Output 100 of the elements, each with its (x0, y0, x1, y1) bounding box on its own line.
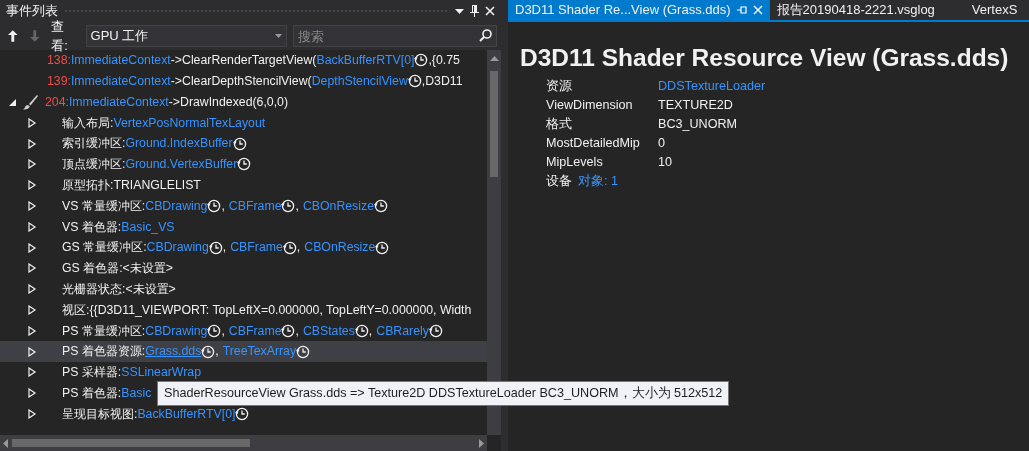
expand-icon[interactable] (27, 346, 37, 357)
object-link[interactable]: Ground.VertexBuffer (125, 155, 238, 174)
expand-icon[interactable] (27, 388, 37, 399)
object-link[interactable]: VertexPosNormalTexLayout (113, 113, 266, 132)
expand-icon[interactable] (27, 180, 37, 191)
history-icon[interactable] (235, 406, 250, 421)
history-icon[interactable] (281, 198, 296, 213)
history-icon[interactable] (237, 157, 252, 172)
scrollbar-thumb[interactable] (490, 71, 498, 177)
document-tab[interactable]: VertexS (964, 0, 1029, 20)
object-link[interactable]: SSLinearWrap (121, 363, 201, 382)
object-link[interactable]: CBFrame (230, 238, 283, 257)
event-text: ,{0.75 (428, 52, 460, 70)
object-link[interactable]: BackBufferRTV[0] (137, 404, 236, 424)
view-dropdown[interactable]: GPU 工作 (85, 25, 287, 47)
object-link[interactable]: CBOnResize (304, 238, 376, 257)
pin-icon[interactable] (470, 5, 479, 17)
property-value: BC3_UNORM (658, 115, 738, 133)
history-icon[interactable] (296, 344, 311, 359)
history-icon[interactable] (374, 198, 388, 213)
history-icon[interactable] (281, 323, 296, 338)
document-tab[interactable]: 报告20190418-2221.vsglog (769, 0, 965, 20)
property-label: 设备 (546, 172, 572, 190)
object-link[interactable]: CBDrawing (146, 238, 209, 257)
property-value: TEXTURE2D (658, 96, 733, 114)
event-text: , (221, 322, 225, 340)
history-icon[interactable] (428, 323, 443, 338)
history-icon[interactable] (232, 136, 247, 151)
history-icon[interactable] (414, 53, 429, 68)
event-text: , (222, 239, 227, 257)
history-icon[interactable] (407, 74, 422, 89)
event-text: , (215, 343, 219, 361)
expand-icon[interactable] (27, 367, 37, 378)
object-link[interactable]: Basic_VS (121, 217, 175, 236)
object-link[interactable]: CBRarely (376, 321, 429, 340)
up-arrow-icon[interactable] (8, 30, 18, 42)
collapse-icon[interactable] (8, 97, 18, 107)
tooltip: ShaderResourceView Grass.dds => Texture2D DDSTextureLoader BC3_UNORM，大小为 512x512 (157, 381, 730, 406)
object-link[interactable]: ImmediateContext (70, 71, 171, 91)
event-text: 呈现目标视图: (62, 405, 138, 423)
history-icon[interactable] (282, 240, 297, 255)
object-link[interactable]: DepthStencilView (311, 71, 408, 91)
property-link[interactable]: 对象: 1 (578, 171, 618, 191)
object-link[interactable]: Grass.dds (145, 342, 202, 361)
object-link[interactable]: CBDrawing (145, 321, 208, 340)
page-heading: D3D11 Shader Resource View (Grass.dds) (519, 43, 1010, 73)
expand-icon[interactable] (27, 325, 37, 336)
history-icon[interactable] (354, 323, 369, 338)
event-text: VS 着色器: (62, 218, 122, 236)
expand-icon[interactable] (27, 221, 37, 232)
object-link[interactable]: CBDrawing (145, 196, 208, 216)
expand-icon[interactable] (27, 408, 37, 419)
brush-icon (22, 94, 38, 110)
history-icon[interactable] (208, 240, 223, 255)
history-icon[interactable] (207, 323, 222, 338)
expand-icon[interactable] (27, 284, 37, 295)
event-text: ->ClearDepthStencilView( (170, 72, 312, 90)
event-text: 视区:{{D3D11_VIEWPORT: TopLeftX=0.000000, TopLeftY=0.000000, Width (62, 301, 472, 319)
expand-icon[interactable] (27, 304, 37, 315)
event-text: 原型拓扑:TRIANGLELIST (62, 176, 201, 194)
property-value: 10 (658, 153, 672, 171)
event-text: 输入布局: (62, 114, 114, 132)
scrollbar-thumb[interactable] (12, 439, 250, 447)
expand-icon[interactable] (27, 117, 37, 128)
event-text: PS 采样器: (62, 364, 122, 382)
event-text: ->DrawIndexed(6,0,0) (168, 93, 288, 111)
view-label: 查看: (51, 17, 69, 55)
scroll-right-icon[interactable] (479, 438, 484, 448)
scroll-left-icon[interactable] (3, 438, 8, 448)
object-link[interactable]: ImmediateContext (68, 92, 169, 112)
event-text: PS 着色器: (62, 384, 122, 402)
expand-icon[interactable] (27, 242, 37, 253)
history-icon[interactable] (207, 198, 222, 213)
close-icon[interactable] (485, 6, 495, 16)
caret-icon[interactable] (275, 34, 282, 38)
object-link[interactable]: CBFrame (228, 196, 282, 216)
selected-row-highlight[interactable]: PS 着色器资源:Grass.dds , TreeTexArray (0, 341, 487, 362)
object-link[interactable]: ImmediateContext (70, 51, 171, 70)
expand-icon[interactable] (27, 200, 37, 211)
expand-icon[interactable] (27, 263, 37, 274)
object-link[interactable]: CBFrame (228, 321, 282, 340)
object-link[interactable]: TreeTexArray (222, 342, 297, 361)
property-link[interactable]: DDSTextureLoader (658, 76, 766, 96)
expand-icon[interactable] (27, 138, 37, 149)
event-text: PS 常量缓冲区: (62, 322, 146, 340)
object-link[interactable]: Ground.IndexBuffer (125, 134, 233, 153)
object-link[interactable]: Basic (121, 383, 152, 403)
search-field[interactable]: 搜索 (293, 25, 497, 47)
event-text: GS 常量缓冲区: (62, 239, 147, 257)
history-icon[interactable] (375, 240, 390, 255)
scroll-up-icon[interactable] (489, 56, 499, 61)
search-icon[interactable] (479, 29, 492, 42)
dropdown-icon[interactable] (455, 8, 464, 14)
event-text: 光栅器状态:<未设置> (62, 280, 176, 298)
expand-icon[interactable] (27, 159, 37, 170)
history-icon[interactable] (201, 344, 216, 359)
object-link[interactable]: CBOnResize (302, 196, 374, 216)
object-link[interactable]: BackBufferRTV[0] (316, 51, 415, 70)
property-value: 0 (658, 134, 665, 152)
object-link[interactable]: CBStates (302, 321, 355, 340)
